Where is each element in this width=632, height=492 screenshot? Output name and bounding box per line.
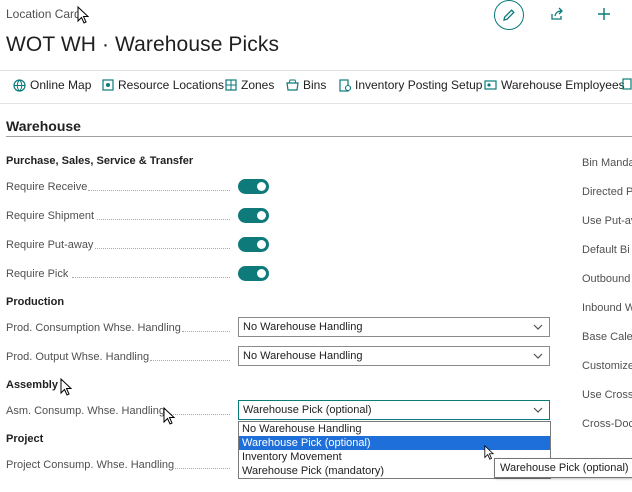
- group-heading-purchase: Purchase, Sales, Service & Transfer: [6, 155, 194, 167]
- select-value: Warehouse Pick (optional): [243, 404, 372, 416]
- field-label-right: Customize: [582, 360, 632, 372]
- action-more[interactable]: [622, 78, 632, 90]
- page-caption: Location Card: [6, 7, 81, 21]
- field-label-right: Outbound: [582, 273, 631, 285]
- field-label-right: Use Put-av: [582, 215, 632, 227]
- select-asm-consumption[interactable]: Warehouse Pick (optional): [238, 400, 550, 420]
- action-warehouse-employees[interactable]: Warehouse Employees: [484, 78, 625, 92]
- select-value: No Warehouse Handling: [243, 321, 363, 333]
- action-bins[interactable]: Bins: [286, 78, 326, 92]
- action-resource-locations[interactable]: Resource Locations: [102, 78, 224, 92]
- page-title: WOT WH · Warehouse Picks: [6, 33, 280, 56]
- leader-dots: [88, 189, 230, 191]
- share-icon: [551, 7, 563, 20]
- field-label-right: Base Calen: [582, 331, 632, 343]
- action-inventory-posting-setup[interactable]: Inventory Posting Setup: [339, 78, 482, 92]
- action-label: Warehouse Employees: [501, 78, 625, 92]
- leader-dots: [97, 218, 230, 220]
- action-label: Bins: [303, 78, 327, 92]
- group-heading-production: Production: [6, 296, 65, 308]
- share-button[interactable]: [546, 3, 568, 25]
- mouse-cursor-icon: [484, 445, 494, 460]
- dropdown-option-selected[interactable]: Warehouse Pick (optional): [239, 436, 550, 450]
- pencil-icon: [503, 9, 515, 21]
- employees-icon: [484, 80, 497, 90]
- tooltip: Warehouse Pick (optional): [494, 458, 632, 478]
- section-title-warehouse[interactable]: Warehouse: [6, 118, 81, 134]
- leader-dots: [95, 247, 230, 249]
- section-divider: [6, 136, 632, 137]
- action-online-map[interactable]: Online Map: [13, 78, 91, 92]
- chevron-down-icon: [533, 407, 543, 413]
- group-heading-assembly: Assembly: [6, 379, 58, 391]
- field-label-project-consumption: Project Consump. Whse. Handling: [6, 459, 175, 471]
- action-label: Zones: [241, 78, 275, 92]
- field-label-asm-consumption: Asm. Consump. Whse. Handling: [6, 405, 165, 417]
- bins-icon: [286, 79, 299, 91]
- mouse-cursor-icon: [60, 378, 72, 396]
- field-label-right: Cross-Doc: [582, 418, 632, 430]
- leader-dots: [72, 276, 230, 278]
- toggle-require-receive[interactable]: [238, 179, 269, 194]
- field-label-prod-output: Prod. Output Whse. Handling: [6, 351, 150, 363]
- field-label-prod-consumption: Prod. Consumption Whse. Handling: [6, 322, 181, 334]
- dropdown-option[interactable]: No Warehouse Handling: [239, 422, 550, 436]
- select-prod-consumption[interactable]: No Warehouse Handling: [238, 317, 550, 337]
- field-label-right: Inbound W: [582, 302, 632, 314]
- mouse-cursor-icon: [163, 407, 175, 425]
- field-label-require-pick: Require Pick: [6, 268, 69, 280]
- leader-dots: [182, 330, 230, 332]
- zones-icon: [225, 79, 237, 91]
- map-icon: [13, 78, 26, 92]
- chevron-down-icon: [533, 324, 543, 330]
- field-label-require-putaway: Require Put-away: [6, 239, 94, 251]
- posting-setup-icon: [339, 78, 351, 92]
- field-label-right: Bin Manda: [582, 157, 632, 169]
- group-heading-project: Project: [6, 433, 44, 445]
- select-value: No Warehouse Handling: [243, 350, 363, 362]
- field-label-right: Use Cross-: [582, 389, 632, 401]
- mouse-cursor-icon: [77, 6, 89, 24]
- toggle-require-shipment[interactable]: [238, 208, 269, 223]
- field-label-require-receive: Require Receive: [6, 181, 88, 193]
- new-button[interactable]: [593, 3, 615, 25]
- action-label: Online Map: [30, 78, 92, 92]
- select-prod-output[interactable]: No Warehouse Handling: [238, 346, 550, 366]
- leader-dots: [172, 467, 230, 469]
- chevron-down-icon: [533, 353, 543, 359]
- resource-icon: [102, 79, 114, 91]
- action-label: Resource Locations: [118, 78, 225, 92]
- more-actions-icon: [622, 78, 632, 90]
- action-label: Inventory Posting Setup: [355, 78, 483, 92]
- edit-button[interactable]: [494, 0, 524, 30]
- leader-dots: [150, 359, 230, 361]
- action-bar: Online Map Resource Locations Zones Bins…: [0, 70, 632, 104]
- toggle-require-pick[interactable]: [238, 266, 269, 281]
- field-label-right: Directed P: [582, 186, 632, 198]
- action-zones[interactable]: Zones: [225, 78, 274, 92]
- toggle-require-putaway[interactable]: [238, 237, 269, 252]
- field-label-require-shipment: Require Shipment: [6, 210, 95, 222]
- plus-icon: [598, 8, 610, 20]
- field-label-right: Default Bi: [582, 244, 630, 256]
